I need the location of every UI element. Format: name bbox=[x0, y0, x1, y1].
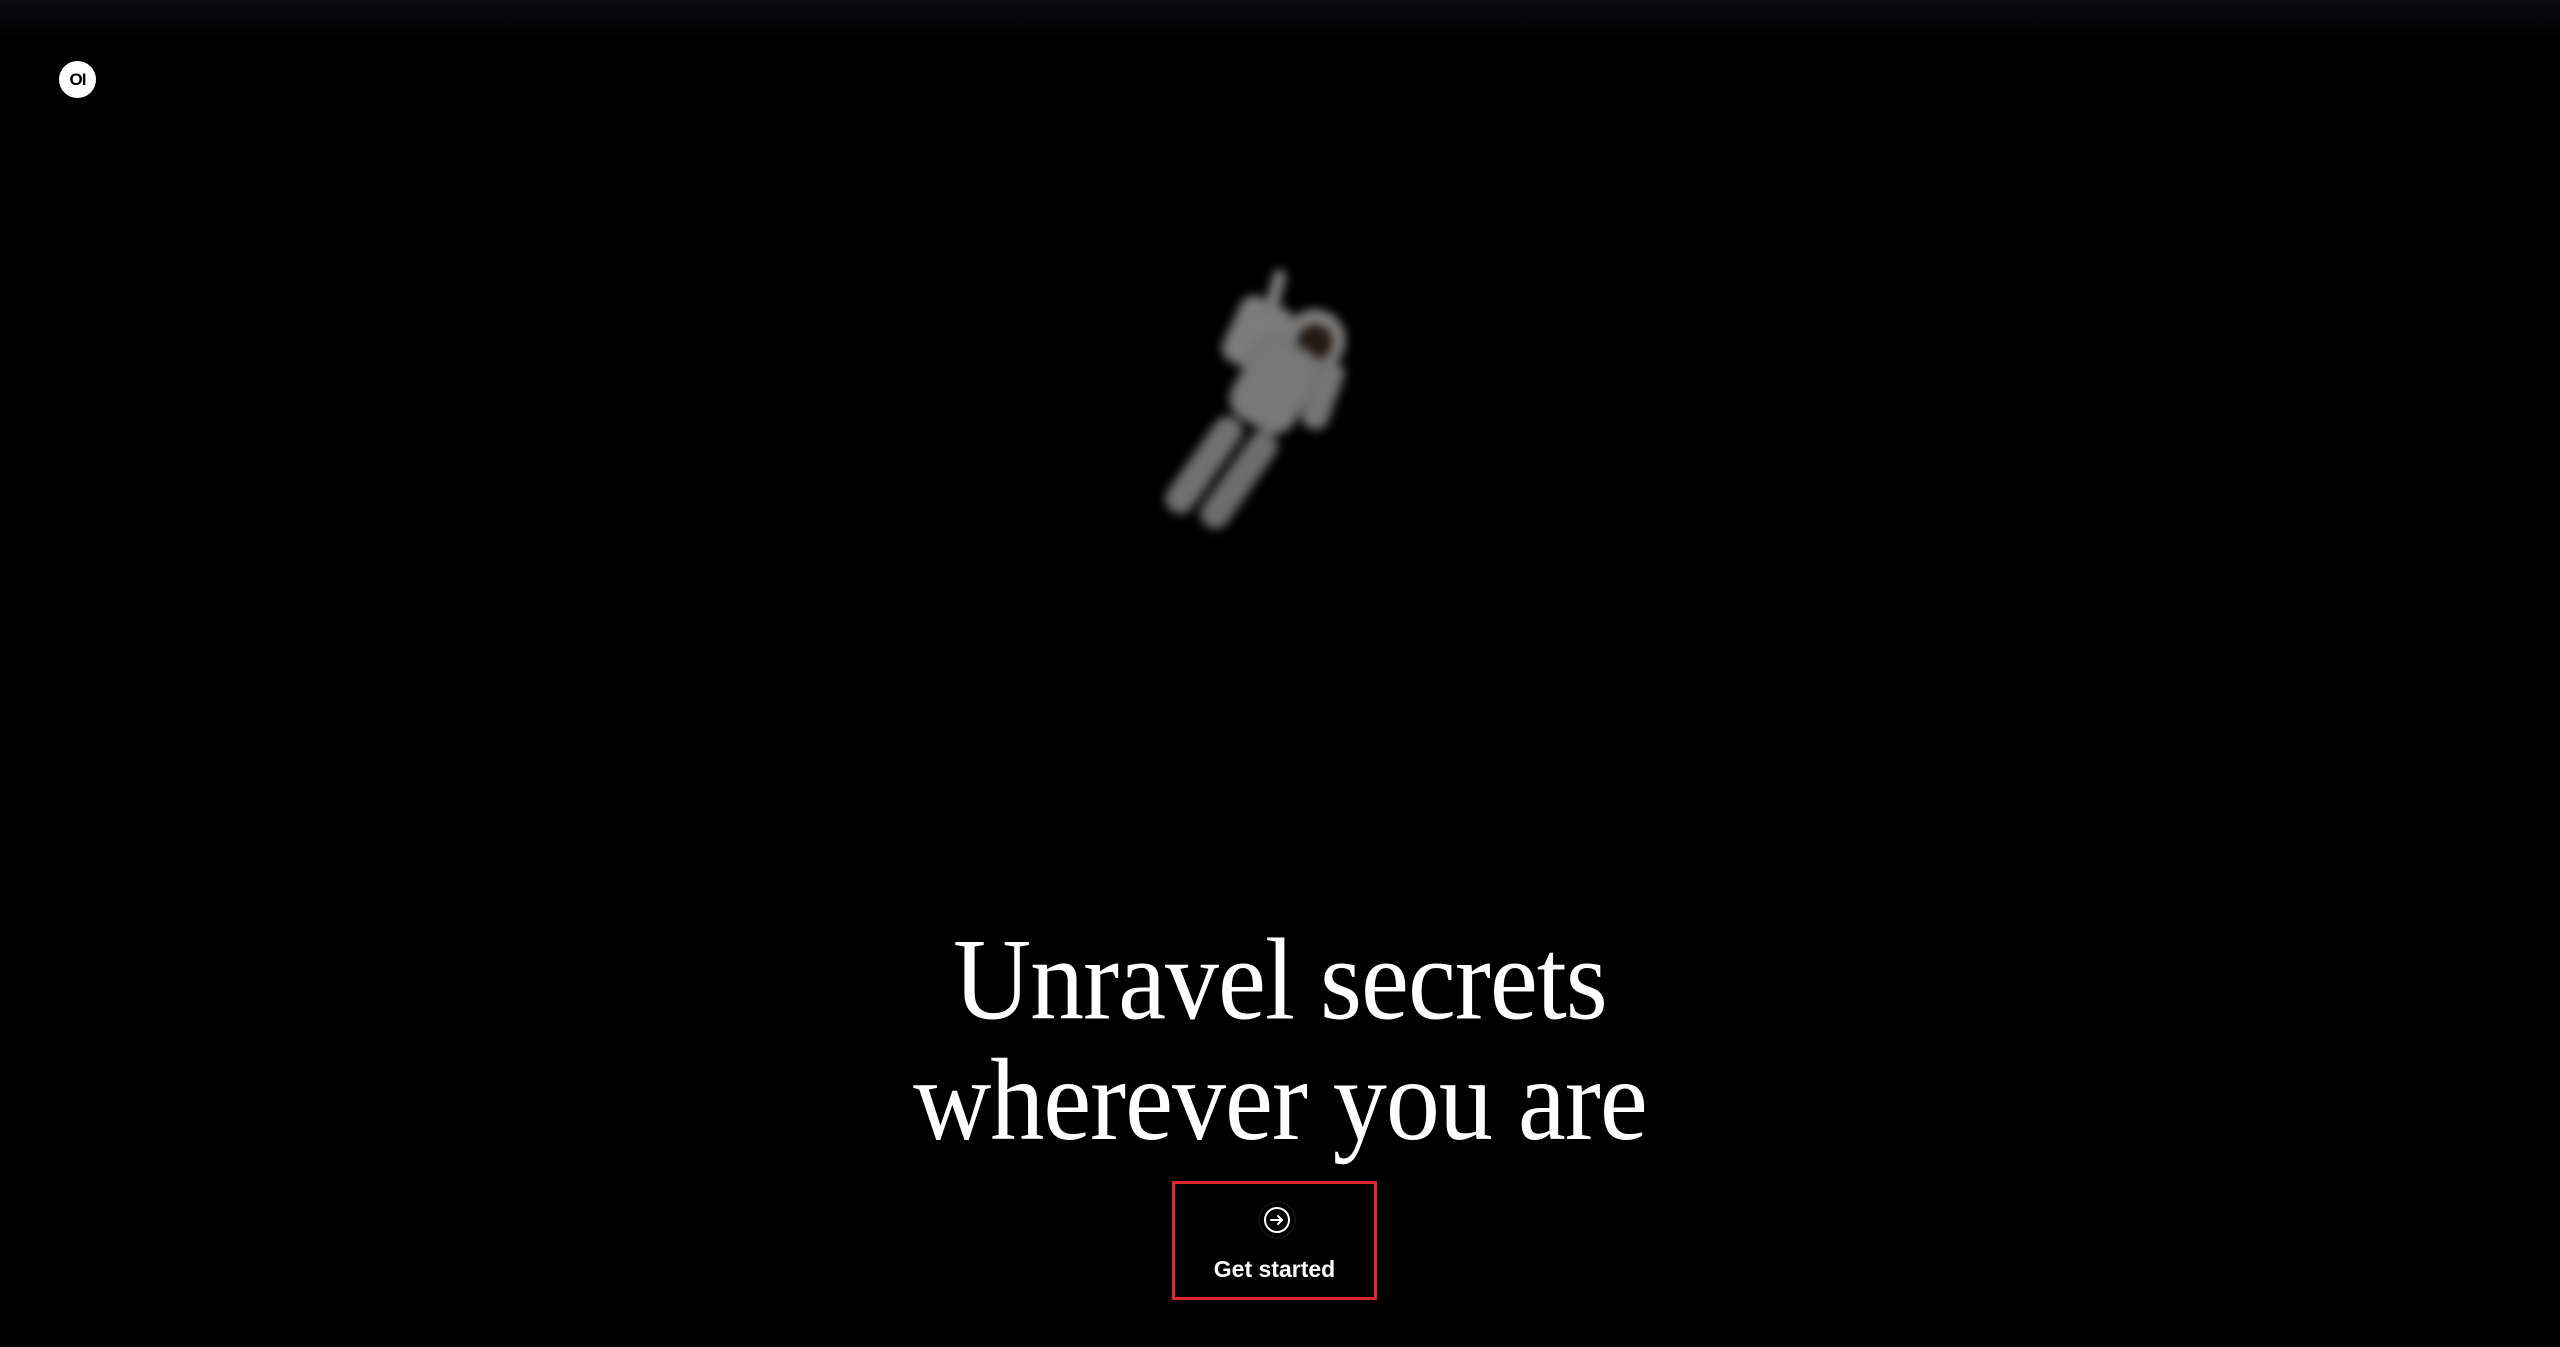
brand-logo-icon[interactable]: OI bbox=[59, 61, 96, 98]
astronaut-floating-image bbox=[1165, 269, 1346, 529]
headline-line-1: Unravel secrets bbox=[953, 915, 1608, 1045]
get-started-button[interactable]: Get started bbox=[1172, 1181, 1377, 1300]
top-edge-gradient bbox=[0, 0, 2560, 40]
get-started-label: Get started bbox=[1213, 1256, 1336, 1282]
hero-headline: Unravel secrets wherever you are bbox=[0, 915, 2560, 1166]
headline-line-2: wherever you are bbox=[913, 1036, 1648, 1166]
arrow-right-circle-icon bbox=[1260, 1203, 1294, 1237]
